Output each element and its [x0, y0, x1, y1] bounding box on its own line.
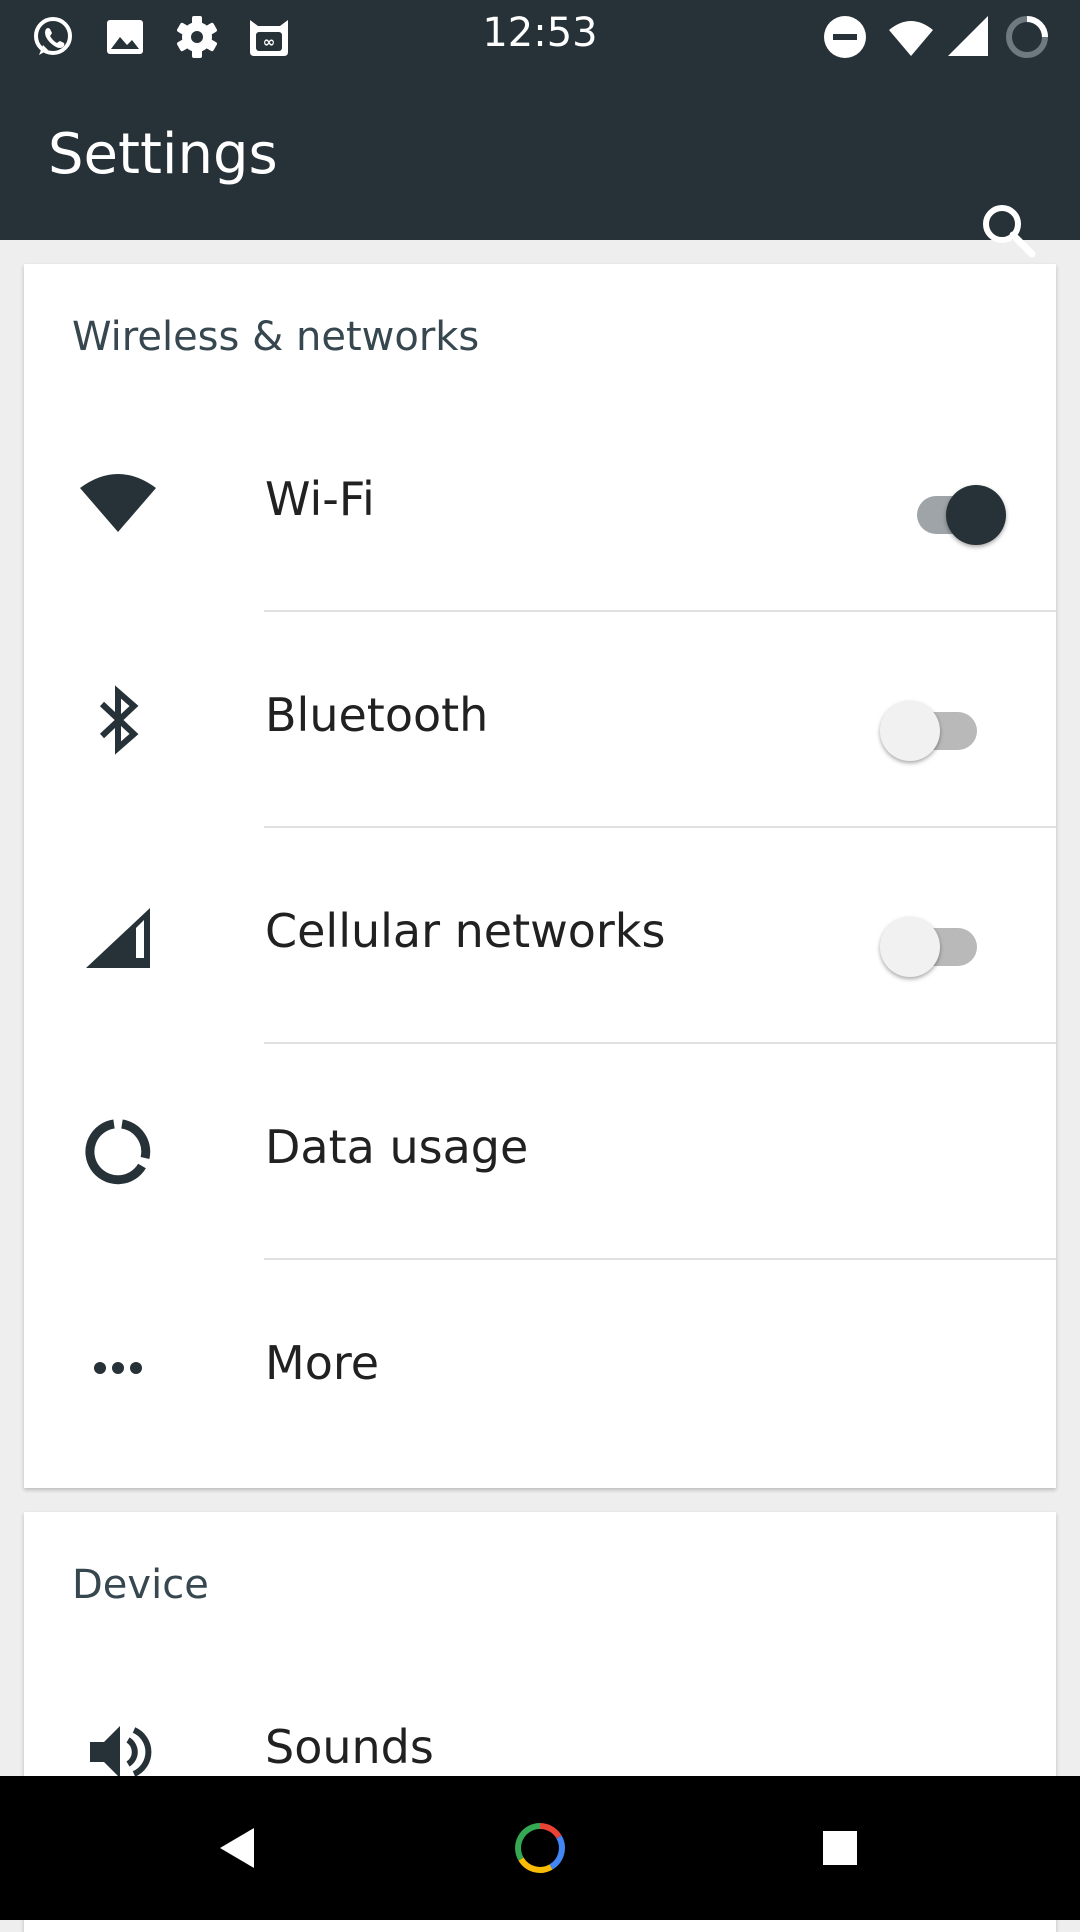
settings-item-bluetooth[interactable]: Bluetooth — [24, 612, 1056, 828]
settings-item-label: Sounds — [265, 1720, 434, 1774]
data-usage-icon — [85, 1119, 151, 1185]
settings-item-label: Data usage — [265, 1120, 529, 1174]
section-header-device: Device — [72, 1562, 209, 1608]
wifi-icon — [889, 21, 933, 56]
settings-item-label: Wi-Fi — [265, 472, 375, 526]
more-dots-icon — [94, 1362, 142, 1374]
bluetooth-icon — [99, 685, 139, 755]
section-header-wireless: Wireless & networks — [72, 314, 480, 360]
status-bar: ∞ 12:53 — [0, 0, 1080, 74]
back-icon[interactable] — [200, 1812, 272, 1884]
settings-item-data-usage[interactable]: Data usage — [24, 1044, 1056, 1260]
wireless-networks-card: Wireless & networks Wi-Fi Bluetooth Cell… — [24, 264, 1056, 1488]
settings-item-more[interactable]: More — [24, 1260, 1056, 1476]
battery-icon — [1006, 16, 1048, 58]
settings-item-wifi[interactable]: Wi-Fi — [24, 396, 1056, 612]
cellular-signal-icon — [86, 908, 150, 968]
recents-icon[interactable] — [804, 1812, 876, 1884]
signal-icon — [948, 16, 988, 56]
app-bar: Settings — [0, 74, 1080, 258]
settings-item-cellular[interactable]: Cellular networks — [24, 828, 1056, 1044]
search-icon[interactable] — [978, 200, 1038, 260]
wifi-icon — [80, 474, 156, 532]
cellular-toggle[interactable] — [880, 912, 990, 977]
settings-item-label: Bluetooth — [265, 688, 489, 742]
wifi-toggle[interactable] — [902, 480, 1012, 545]
page-title: Settings — [48, 122, 278, 187]
navigation-bar — [0, 1776, 1080, 1920]
settings-item-label: More — [265, 1336, 380, 1390]
settings-item-label: Cellular networks — [265, 904, 666, 958]
bluetooth-toggle[interactable] — [880, 696, 990, 761]
do-not-disturb-icon — [824, 16, 866, 58]
home-icon[interactable] — [504, 1812, 576, 1884]
